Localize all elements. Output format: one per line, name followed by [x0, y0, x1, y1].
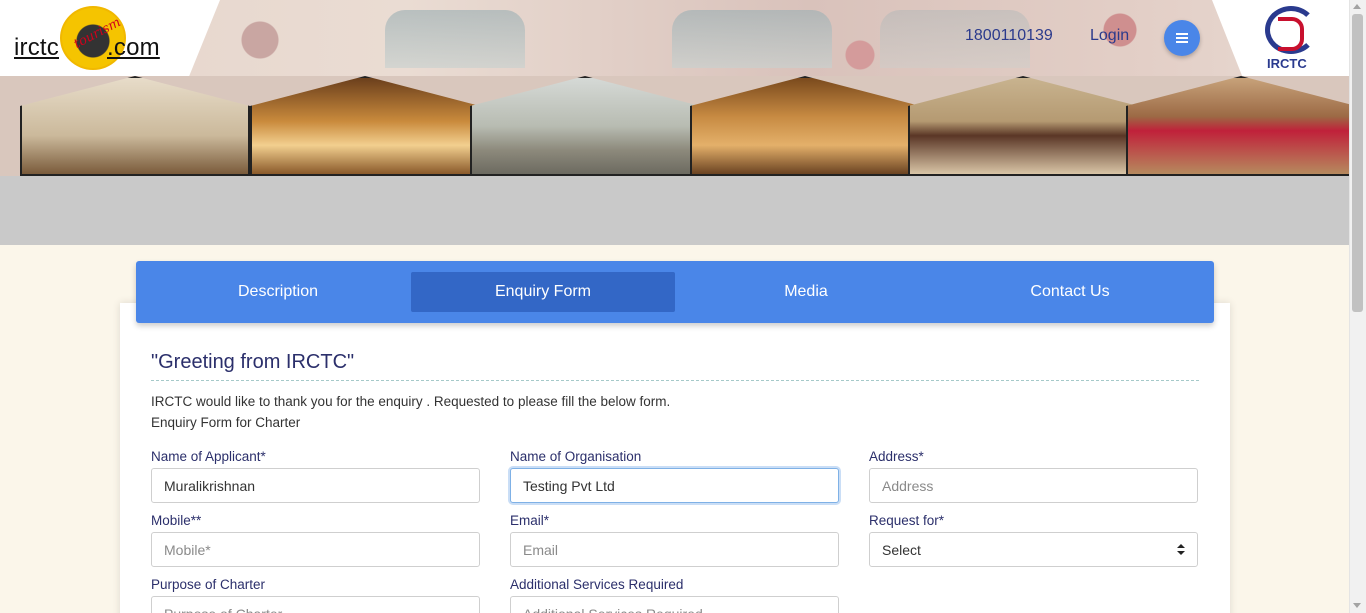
scroll-down-icon[interactable] [1353, 603, 1361, 608]
address-label: Address* [869, 449, 924, 464]
mobile-label: Mobile** [151, 513, 202, 528]
email-input[interactable] [510, 532, 839, 567]
irctc-logo-label: IRCTC [1267, 56, 1307, 71]
logo-text-left: irctc [14, 34, 59, 61]
login-link[interactable]: Login [1090, 27, 1129, 45]
applicant-label: Name of Applicant* [151, 449, 266, 464]
form-intro: IRCTC would like to thank you for the en… [151, 391, 670, 433]
helpline-number[interactable]: 1800110139 [965, 27, 1053, 45]
request-for-label: Request for* [869, 513, 945, 528]
menu-button[interactable] [1164, 20, 1200, 56]
tab-contact-us[interactable]: Contact Us [938, 272, 1202, 312]
purpose-label: Purpose of Charter [151, 577, 266, 592]
services-input[interactable] [510, 596, 839, 613]
select-arrows-icon [1177, 544, 1185, 556]
intro-line: Enquiry Form for Charter [151, 415, 301, 430]
form-greeting: "Greeting from IRCTC" [151, 351, 355, 373]
banner-photo-strip [0, 76, 1349, 176]
tab-bar: Description Enquiry Form Media Contact U… [136, 261, 1214, 323]
tab-description[interactable]: Description [146, 272, 410, 312]
applicant-name-input[interactable] [151, 468, 480, 503]
grey-band [0, 176, 1349, 245]
mobile-input[interactable] [151, 532, 480, 567]
banner-window [385, 10, 525, 68]
request-for-selected: Select [882, 542, 921, 558]
services-label: Additional Services Required [510, 577, 684, 592]
purpose-input[interactable] [151, 596, 480, 613]
organisation-input[interactable] [510, 468, 839, 503]
site-logo[interactable]: irctc .com [14, 34, 160, 62]
logo-text-right: .com [107, 34, 160, 61]
hamburger-icon [1176, 33, 1188, 43]
email-label: Email* [510, 513, 550, 528]
logo-container[interactable]: tourism irctc .com [0, 0, 220, 76]
tab-media[interactable]: Media [674, 272, 938, 312]
organisation-label: Name of Organisation [510, 449, 642, 464]
request-for-select[interactable]: Select [869, 532, 1198, 567]
scroll-up-icon[interactable] [1353, 4, 1361, 9]
scrollbar-thumb[interactable] [1352, 14, 1363, 312]
tab-enquiry-form[interactable]: Enquiry Form [411, 272, 675, 312]
banner-window [672, 10, 832, 68]
divider [151, 380, 1199, 381]
irctc-logo-icon [1265, 6, 1317, 54]
address-input[interactable] [869, 468, 1198, 503]
intro-line: IRCTC would like to thank you for the en… [151, 394, 671, 409]
